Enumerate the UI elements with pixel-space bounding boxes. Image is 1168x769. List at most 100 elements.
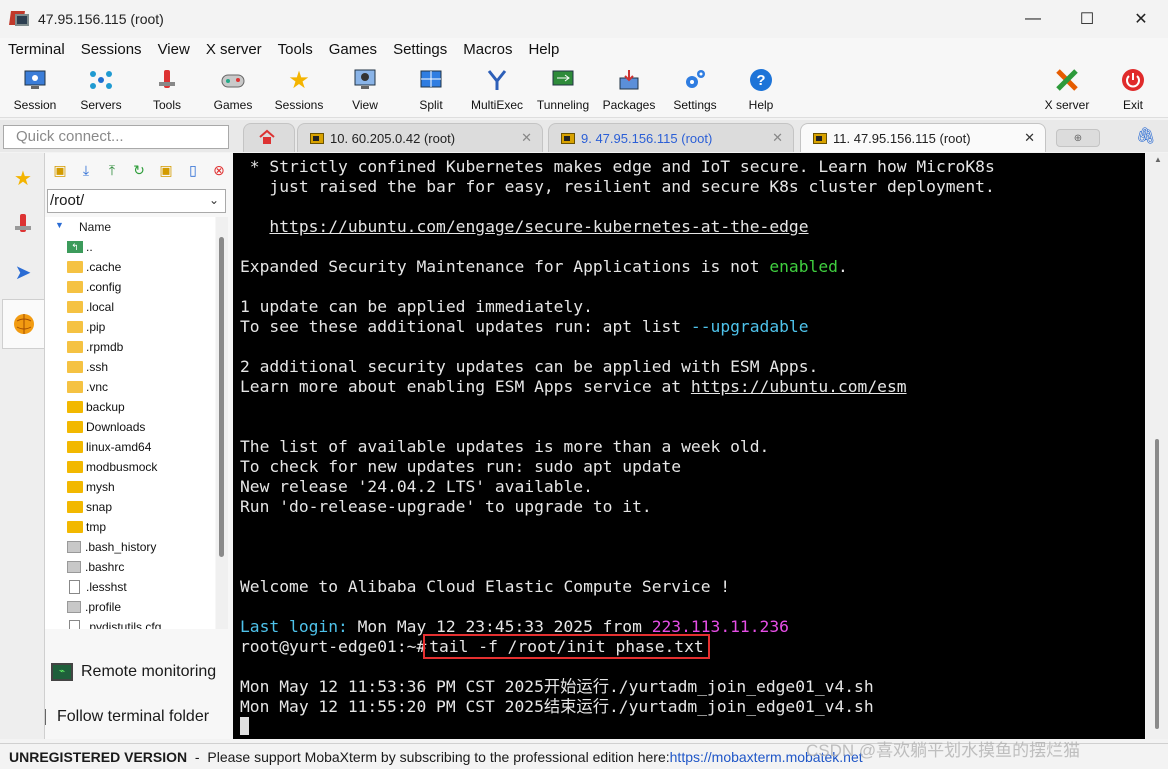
file-list-item[interactable]: .lesshst <box>45 577 215 597</box>
tab-close-icon[interactable]: ✕ <box>521 130 532 146</box>
terminal-prompt-line: root@yurt-edge01:~# tail -f /root/init ph… <box>240 634 710 659</box>
terminal-icon <box>310 132 324 144</box>
new-file-icon[interactable]: ▯ <box>184 161 202 179</box>
file-icon <box>67 561 81 573</box>
remote-monitoring-button[interactable]: ⌁ Remote monitoring <box>51 663 216 681</box>
file-list-item[interactable]: .rpmdb <box>45 337 215 357</box>
tab-close-icon[interactable]: ✕ <box>772 130 783 146</box>
file-list-item[interactable]: .cache <box>45 257 215 277</box>
scroll-up-icon[interactable]: ▲ <box>1154 155 1162 164</box>
sort-indicator-icon: ▼ <box>55 220 64 230</box>
title-bar: 47.95.156.115 (root) — ☐ ✕ <box>0 0 1168 38</box>
file-list-item[interactable]: .ssh <box>45 357 215 377</box>
refresh-icon[interactable]: ↻ <box>130 161 148 179</box>
menu-macros[interactable]: Macros <box>455 38 520 62</box>
home-tab[interactable] <box>243 123 295 152</box>
quick-connect-input[interactable]: Quick connect... <box>3 125 229 149</box>
tools-side-icon[interactable] <box>2 201 44 247</box>
menu-tools[interactable]: Tools <box>270 38 321 62</box>
shell-prompt: root@yurt-edge01:~# <box>240 637 427 656</box>
path-dropdown[interactable]: /root/ ⌄ <box>47 189 226 213</box>
file-list-item[interactable]: .bashrc <box>45 557 215 577</box>
file-list-item[interactable]: .vnc <box>45 377 215 397</box>
xserver-button[interactable]: X server <box>1034 64 1100 116</box>
terminal-line: Welcome to Alibaba Cloud Elastic Compute… <box>240 577 731 596</box>
new-folder-icon[interactable]: ▣ <box>157 161 175 179</box>
side-vertical-tabs: ★ ➤ <box>0 153 45 739</box>
view-button[interactable]: View <box>332 64 398 116</box>
toolbar: Session Servers Tools Games ★ Sessions V… <box>0 62 1168 118</box>
maximize-button[interactable]: ☐ <box>1060 0 1114 38</box>
parent-folder-icon[interactable]: ▣ <box>51 161 69 179</box>
close-button[interactable]: ✕ <box>1114 0 1168 38</box>
menu-xserver[interactable]: X server <box>198 38 270 62</box>
menu-view[interactable]: View <box>150 38 198 62</box>
tab-session-10[interactable]: 10. 60.205.0.42 (root) ✕ <box>297 123 543 152</box>
paperclip-icon[interactable]: 🖇 <box>1136 126 1156 146</box>
upload-icon[interactable]: ⤒ <box>103 161 121 179</box>
minimize-button[interactable]: — <box>1006 0 1060 38</box>
file-list-item[interactable]: snap <box>45 497 215 517</box>
menu-help[interactable]: Help <box>520 38 567 62</box>
sftp-globe-icon[interactable] <box>2 299 44 349</box>
servers-button[interactable]: Servers <box>68 64 134 116</box>
file-list-item[interactable]: .pip <box>45 317 215 337</box>
terminal-output[interactable]: * Strictly confined Kubernetes makes edg… <box>233 153 1145 739</box>
document-icon <box>69 620 80 629</box>
file-list-item[interactable]: .local <box>45 297 215 317</box>
session-button[interactable]: Session <box>2 64 68 116</box>
tab-session-9[interactable]: 9. 47.95.156.115 (root) ✕ <box>548 123 794 152</box>
menu-settings[interactable]: Settings <box>385 38 455 62</box>
file-list-item[interactable]: ↰.. <box>45 237 215 257</box>
games-button[interactable]: Games <box>200 64 266 116</box>
menu-sessions[interactable]: Sessions <box>73 38 150 62</box>
file-list-item[interactable]: linux-amd64 <box>45 437 215 457</box>
file-list-item[interactable]: .bash_history <box>45 537 215 557</box>
tools-button[interactable]: Tools <box>134 64 200 116</box>
settings-button[interactable]: Settings <box>662 64 728 116</box>
folder-icon <box>67 261 83 273</box>
terminal-line: To check for new updates run: sudo apt u… <box>240 457 682 476</box>
folder-icon <box>67 441 83 453</box>
multiexec-button[interactable]: MultiExec <box>464 64 530 116</box>
new-tab-button[interactable]: ⊕ <box>1056 129 1100 147</box>
file-list-item[interactable]: mysh <box>45 477 215 497</box>
split-icon <box>418 67 444 93</box>
menu-terminal[interactable]: Terminal <box>0 38 73 62</box>
file-list-item[interactable]: Downloads <box>45 417 215 437</box>
follow-terminal-folder-checkbox[interactable]: Follow terminal folder <box>45 708 209 726</box>
xserver-icon <box>1054 67 1080 93</box>
folder-icon <box>67 281 83 293</box>
file-list-item[interactable]: .config <box>45 277 215 297</box>
ubuntu-esm-link[interactable]: https://ubuntu.com/esm <box>691 377 907 396</box>
file-list-item[interactable]: .pydistutils.cfg <box>45 617 215 629</box>
sftp-send-icon[interactable]: ➤ <box>2 249 44 295</box>
file-list-item[interactable]: backup <box>45 397 215 417</box>
menu-games[interactable]: Games <box>321 38 385 62</box>
delete-icon[interactable]: ⊗ <box>210 161 228 179</box>
monitor-icon: ⌁ <box>51 663 73 681</box>
folder-icon <box>67 421 83 433</box>
exit-button[interactable]: Exit <box>1100 64 1166 116</box>
download-icon[interactable]: ⤓ <box>77 161 95 179</box>
sessions-button[interactable]: ★ Sessions <box>266 64 332 116</box>
tunneling-button[interactable]: Tunneling <box>530 64 596 116</box>
split-button[interactable]: Split <box>398 64 464 116</box>
name-column-header[interactable]: ▼ Name <box>45 217 215 237</box>
file-list-item[interactable]: .profile <box>45 597 215 617</box>
tab-close-icon[interactable]: ✕ <box>1024 130 1035 146</box>
tab-session-11[interactable]: 11. 47.95.156.115 (root) ✕ <box>800 123 1046 152</box>
packages-button[interactable]: Packages <box>596 64 662 116</box>
terminal-line: https://ubuntu.com/engage/secure-kuberne… <box>240 217 808 237</box>
ubuntu-k8s-link[interactable]: https://ubuntu.com/engage/secure-kuberne… <box>269 217 808 236</box>
session-icon <box>22 67 48 93</box>
file-list-item[interactable]: tmp <box>45 517 215 537</box>
help-button[interactable]: ? Help <box>728 64 794 116</box>
file-list-scrollbar[interactable] <box>216 217 228 629</box>
terminal-scrollbar[interactable]: ▲ <box>1146 153 1168 739</box>
favorites-star-icon[interactable]: ★ <box>2 155 44 201</box>
file-icon <box>67 601 81 613</box>
sessions-star-icon: ★ <box>288 66 310 94</box>
terminal-line: 2 additional security updates can be app… <box>240 357 819 376</box>
file-list-item[interactable]: modbusmock <box>45 457 215 477</box>
